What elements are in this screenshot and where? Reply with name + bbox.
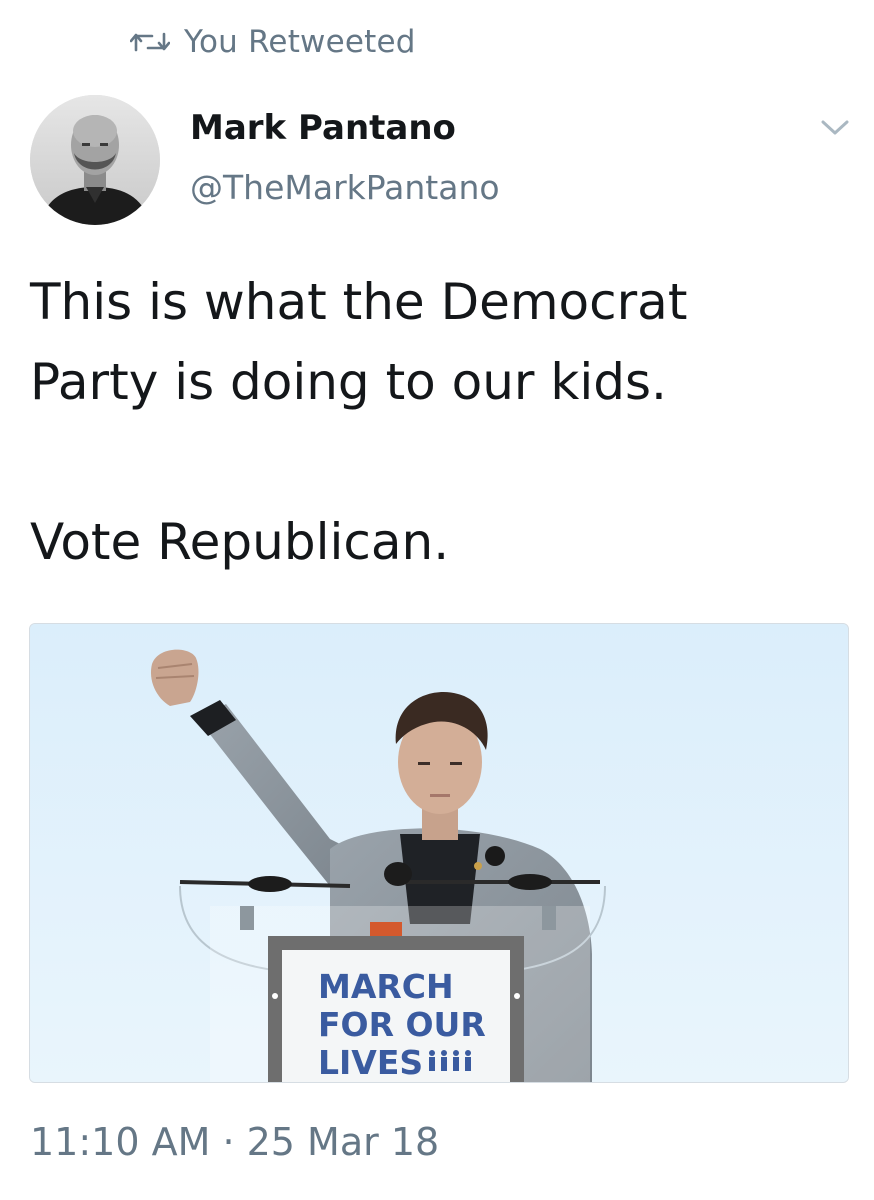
retweet-context: You Retweeted [130,22,416,62]
chevron-down-icon[interactable] [818,114,852,140]
tweet-text-line: Vote Republican. [30,513,450,571]
author-handle[interactable]: @TheMarkPantano [190,168,500,207]
speaker-at-podium-photo: MARCH FOR OUR LIVES [30,624,848,1082]
retweet-label: You Retweeted [184,24,416,60]
author-display-name[interactable]: Mark Pantano [190,108,456,148]
retweet-icon [130,32,170,52]
tweet-text-line: Party is doing to our kids. [30,353,667,411]
avatar-photo [30,95,160,225]
sign-text-line: LIVES [318,1043,423,1082]
tweet-text: This is what the Democrat Party is doing… [30,262,850,582]
avatar[interactable] [30,95,160,225]
tweet-media-photo[interactable]: MARCH FOR OUR LIVES [29,623,849,1083]
sign-text-line: FOR OUR [318,1005,486,1044]
tweet-card: You Retweeted Mark Pantano @TheMarkPanta… [0,0,874,1200]
tweet-timestamp[interactable]: 11:10 AM · 25 Mar 18 [30,1120,439,1164]
tweet-text-line: This is what the Democrat [30,273,688,331]
sign-text-line: MARCH [318,967,454,1006]
